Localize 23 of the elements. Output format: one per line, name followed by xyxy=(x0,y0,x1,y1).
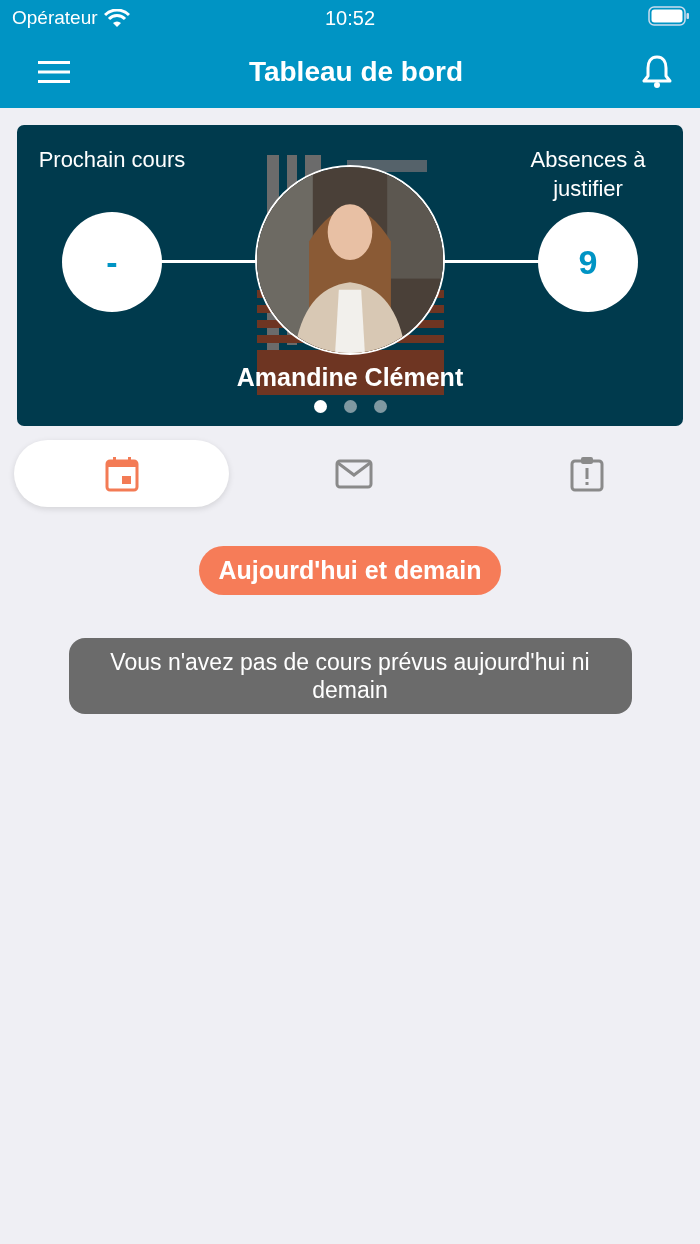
stat-label: Absences à justifier xyxy=(529,146,647,203)
page-title: Tableau de bord xyxy=(248,56,464,88)
bell-icon xyxy=(642,55,672,89)
carrier-name: Opérateur xyxy=(12,7,98,29)
student-name: Amandine Clément xyxy=(236,363,464,392)
empty-message: Vous n'avez pas de cours prévus aujourd'hui ni demain xyxy=(68,638,632,714)
menu-icon xyxy=(38,61,70,83)
stat-label: Prochain cours xyxy=(37,146,187,174)
status-time: 10:52 xyxy=(324,6,376,30)
wifi-icon xyxy=(103,8,130,28)
stat-value: - xyxy=(62,212,162,312)
battery-icon xyxy=(648,6,690,26)
calendar-icon xyxy=(104,455,139,492)
tab[interactable] xyxy=(14,440,229,507)
page-dot[interactable] xyxy=(313,400,327,413)
section-label: Aujourd'hui et demain xyxy=(198,546,502,595)
stat-value: 9 xyxy=(538,212,638,312)
menu-button[interactable] xyxy=(38,61,70,83)
clipboard-alert-icon xyxy=(569,455,604,492)
mail-icon xyxy=(335,458,373,489)
notifications-button[interactable] xyxy=(642,55,672,89)
page-dot[interactable] xyxy=(343,400,357,413)
page-dot[interactable] xyxy=(373,400,387,413)
